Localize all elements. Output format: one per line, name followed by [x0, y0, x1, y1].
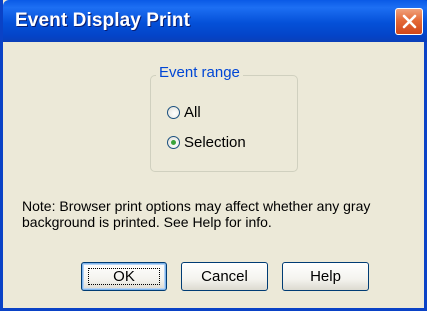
event-range-legend: Event range: [156, 64, 243, 81]
radio-all-label: All: [184, 103, 201, 121]
ok-button[interactable]: OK: [81, 262, 167, 291]
help-button[interactable]: Help: [282, 262, 369, 291]
cancel-button-label: Cancel: [201, 268, 248, 285]
close-icon: [402, 14, 417, 29]
dialog-window: Event Display Print Event range All Sele…: [0, 0, 427, 311]
radio-selection[interactable]: [167, 135, 180, 149]
radio-option-all[interactable]: All: [167, 103, 201, 121]
radio-selection-label: Selection: [184, 133, 246, 151]
radio-all[interactable]: [167, 105, 180, 119]
event-range-group: [150, 75, 298, 172]
title-bar[interactable]: Event Display Print: [3, 0, 427, 42]
help-button-label: Help: [310, 268, 341, 285]
focus-rectangle: [88, 268, 160, 285]
print-note: Note: Browser print options may affect w…: [22, 198, 371, 230]
radio-option-selection[interactable]: Selection: [167, 133, 246, 151]
cancel-button[interactable]: Cancel: [181, 262, 268, 291]
window-title: Event Display Print: [15, 10, 191, 31]
close-button[interactable]: [395, 8, 423, 35]
